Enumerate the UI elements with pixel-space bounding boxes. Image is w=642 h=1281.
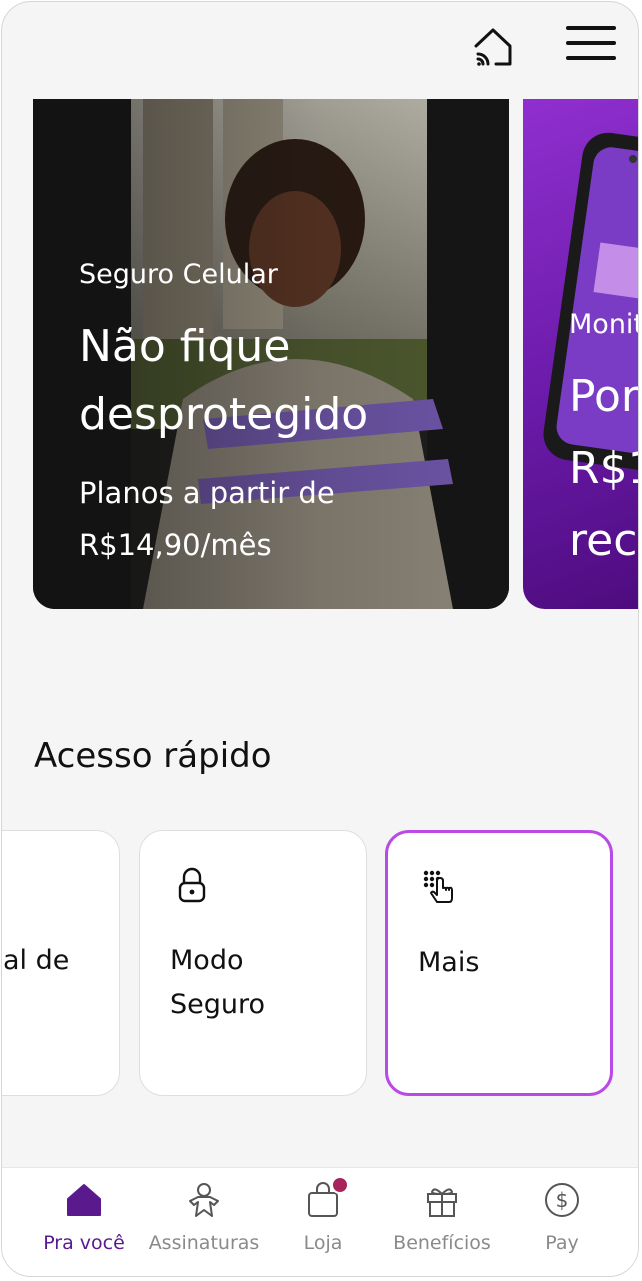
nav-item-pay[interactable]: $ Pay	[502, 1180, 622, 1254]
banner-title-line: R$1	[569, 443, 638, 494]
quick-access-label: Modo Seguro	[170, 939, 360, 1027]
nav-item-beneficios[interactable]: Benefícios	[382, 1180, 502, 1254]
banner-title-line: Não fique	[79, 321, 291, 372]
quick-access-card-modo-seguro[interactable]: Modo Seguro	[139, 830, 367, 1096]
nav-label: Benefícios	[393, 1232, 491, 1254]
gift-icon	[427, 1188, 457, 1217]
promo-carousel[interactable]: Seguro Celular Não fique desprotegido Pl…	[2, 99, 638, 611]
home-wifi-icon[interactable]	[470, 24, 516, 70]
dollar-coin-icon: $	[545, 1183, 579, 1217]
banner-subtitle: Planos a partir de R$14,90/mês	[79, 467, 439, 571]
quick-access-card-mais[interactable]: Mais	[385, 830, 613, 1096]
banner-eyebrow: Monit	[569, 309, 639, 340]
promo-banner-seguro-celular[interactable]: Seguro Celular Não fique desprotegido Pl…	[33, 99, 509, 609]
app-screen: Seguro Celular Não fique desprotegido Pl…	[1, 1, 639, 1277]
banner-title-line: Por	[569, 371, 639, 422]
quick-access-label: Mais	[418, 947, 480, 978]
banner-title-line: desprotegido	[79, 389, 369, 440]
quick-access-label-line: Seguro	[170, 989, 266, 1020]
banner-title-line: rec	[569, 515, 638, 566]
nav-label: Assinaturas	[148, 1232, 260, 1254]
banner-subtitle-line: Planos a partir de	[79, 476, 335, 510]
promo-banner-monitoramento[interactable]: Monit Por R$1 rec	[523, 99, 639, 609]
person-star-icon	[189, 1183, 219, 1217]
banner-title: Por R$1 rec	[569, 361, 639, 577]
banner-eyebrow: Seguro Celular	[79, 259, 278, 290]
lock-icon	[172, 865, 212, 905]
quick-access-row[interactable]: al de Modo Seguro Mais	[2, 830, 638, 1100]
quick-access-card[interactable]: al de	[2, 830, 120, 1096]
notification-badge	[331, 1176, 349, 1194]
nav-label: Loja	[303, 1232, 343, 1254]
keypad-pointer-icon	[420, 867, 460, 907]
top-bar	[2, 2, 638, 98]
nav-item-loja[interactable]: Loja	[263, 1176, 383, 1254]
home-icon	[67, 1184, 101, 1216]
banner-title: Não fique desprotegido	[79, 313, 479, 449]
nav-item-assinaturas[interactable]: Assinaturas	[144, 1180, 264, 1254]
quick-access-title: Acesso rápido	[34, 736, 272, 776]
banner-subtitle-line: R$14,90/mês	[79, 528, 272, 562]
svg-text:$: $	[556, 1188, 569, 1212]
quick-access-label-line: Modo	[170, 945, 244, 976]
bottom-navigation: Pra você Assinaturas Loja Benefícios $ P…	[2, 1167, 638, 1276]
nav-label: Pra você	[43, 1232, 125, 1254]
nav-label: Pay	[545, 1232, 579, 1254]
hamburger-menu-icon[interactable]	[566, 26, 616, 66]
nav-item-pra-voce[interactable]: Pra você	[24, 1180, 144, 1254]
